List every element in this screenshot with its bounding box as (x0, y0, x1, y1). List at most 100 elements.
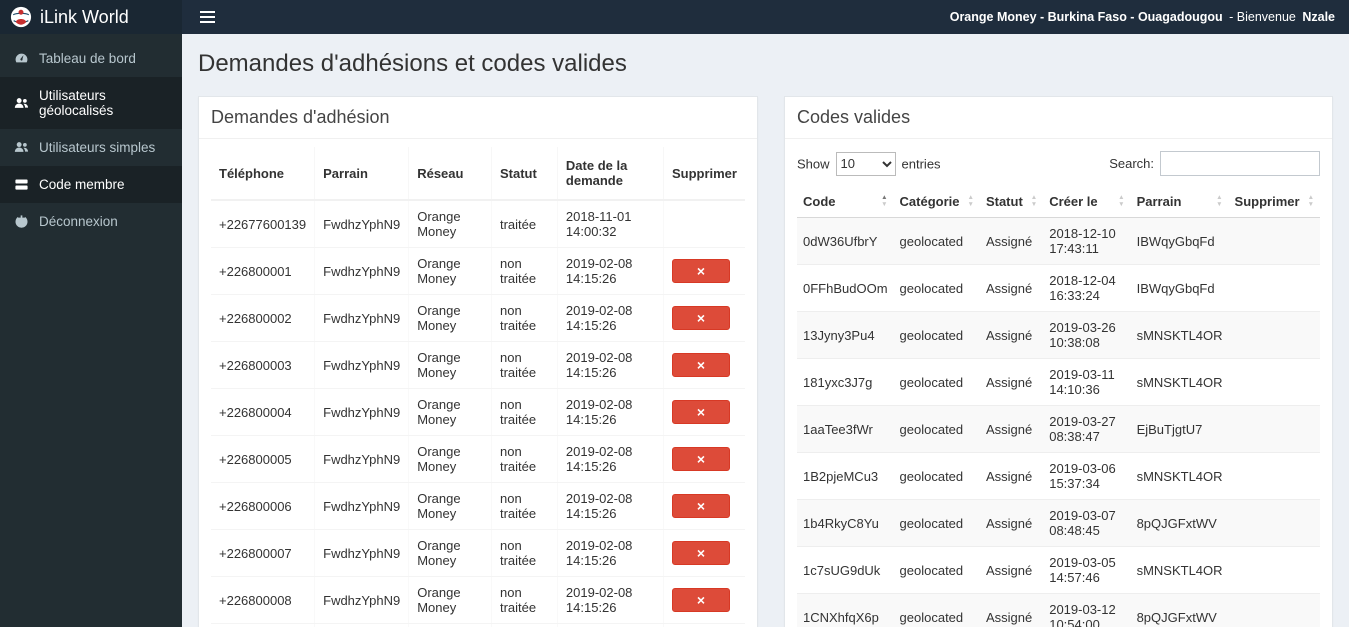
code-value: 1B2pjeMCu3 (797, 452, 894, 500)
codes-column-header[interactable]: Parrain ▲ ▼ (1130, 186, 1229, 218)
adhesion-telephone: +226800007 (211, 529, 316, 577)
adhesion-statut: non traitée (491, 247, 558, 295)
adhesion-row: +226800008 FwdhzYphN9 Orange Money non t… (211, 576, 745, 624)
show-label: Show (797, 156, 830, 171)
sort-icon: ▲ ▼ (1216, 194, 1223, 208)
power-icon (15, 215, 28, 228)
codes-panel: Codes valides Show 10 entries Search: Co… (784, 96, 1333, 627)
code-parrain: IBWqyGbqFd (1130, 264, 1229, 312)
delete-button[interactable]: × (671, 541, 730, 565)
codes-column-header[interactable]: Catégorie ▲ ▼ (893, 186, 980, 218)
adhesion-supprimer-cell: × (663, 341, 745, 389)
adhesion-statut: non traitée (491, 576, 558, 624)
adhesion-reseau: Orange Money (408, 529, 492, 577)
search-label: Search: (1109, 156, 1154, 171)
adhesion-date: 2019-02-08 14:15:26 (557, 341, 664, 389)
adhesion-row: +226800006 FwdhzYphN9 Orange Money non t… (211, 482, 745, 530)
adhesion-statut: non traitée (491, 435, 558, 483)
code-categorie: geolocated (893, 311, 980, 359)
code-statut: Assigné (979, 499, 1044, 547)
delete-button[interactable]: × (671, 259, 730, 283)
adhesions-panel: Demandes d'adhésion Téléphone Parrain Ré… (198, 96, 758, 627)
sidebar-item-utilisateurs-simples[interactable]: Utilisateurs simples (0, 129, 182, 166)
sidebar-item-utilisateurs-geolocalises[interactable]: Utilisateurs géolocalisés (0, 77, 182, 129)
adhesions-column-header: Supprimer (663, 147, 745, 201)
adhesion-parrain: FwdhzYphN9 (314, 529, 410, 577)
adhesions-column-header: Parrain (314, 147, 410, 201)
code-parrain: 8pQJGFxtWV (1130, 499, 1229, 547)
adhesion-telephone: +226800001 (211, 247, 316, 295)
adhesion-row: +226800004 FwdhzYphN9 Orange Money non t… (211, 388, 745, 436)
code-categorie: geolocated (893, 264, 980, 312)
adhesion-row: +226800009 FwdhzYphN9 Orange Money non t… (211, 623, 745, 627)
code-categorie: geolocated (893, 405, 980, 453)
search-input[interactable] (1160, 151, 1320, 176)
brand-logo[interactable]: iLink World (0, 0, 182, 34)
adhesion-reseau: Orange Money (408, 341, 492, 389)
delete-button[interactable]: × (671, 306, 730, 330)
dashboard-icon (15, 53, 28, 63)
sidebar-item-code-membre[interactable]: Code membre (0, 166, 182, 203)
x-icon: × (696, 498, 706, 514)
sidebar-item-label: Utilisateurs géolocalisés (39, 88, 114, 118)
sort-icon: ▲ ▼ (967, 194, 974, 208)
adhesion-date: 2019-02-08 14:15:26 (557, 294, 664, 342)
adhesions-column-header: Réseau (408, 147, 492, 201)
x-icon: × (696, 404, 706, 420)
adhesion-parrain: FwdhzYphN9 (314, 576, 410, 624)
code-creer-le: 2019-03-11 14:10:36 (1043, 358, 1131, 406)
delete-button[interactable]: × (671, 494, 730, 518)
adhesion-reseau: Orange Money (408, 623, 492, 627)
adhesion-reseau: Orange Money (408, 247, 492, 295)
delete-button[interactable]: × (671, 588, 730, 612)
code-parrain: sMNSKTL4OR (1130, 452, 1229, 500)
topbar-greeting: - Bienvenue (1229, 10, 1296, 24)
delete-button[interactable]: × (671, 400, 730, 424)
codes-column-header[interactable]: Statut ▲ ▼ (979, 186, 1044, 218)
sidebar-item-deconnexion[interactable]: Déconnexion (0, 203, 182, 240)
code-statut: Assigné (979, 405, 1044, 453)
codes-panel-title: Codes valides (785, 97, 1332, 139)
adhesion-statut: non traitée (491, 341, 558, 389)
code-creer-le: 2019-03-07 08:48:45 (1043, 499, 1131, 547)
code-supprimer-cell (1228, 358, 1320, 406)
adhesion-supprimer-cell: × (663, 482, 745, 530)
code-row: 1b4RkyC8Yu geolocated Assigné 2019-03-07… (797, 499, 1320, 547)
delete-button[interactable]: × (671, 447, 730, 471)
sort-icon: ▲ ▼ (1307, 194, 1314, 208)
sort-icon: ▲ ▼ (1030, 194, 1038, 208)
code-categorie: geolocated (893, 358, 980, 406)
x-icon: × (696, 545, 706, 561)
codes-column-header[interactable]: Supprimer ▲ ▼ (1228, 186, 1320, 218)
code-categorie: geolocated (893, 546, 980, 594)
users-icon (14, 142, 29, 152)
code-creer-le: 2019-03-26 10:38:08 (1043, 311, 1131, 359)
code-creer-le: 2019-03-05 14:57:46 (1043, 546, 1131, 594)
code-creer-le: 2019-03-06 15:37:34 (1043, 452, 1131, 500)
adhesions-column-header: Téléphone (211, 147, 316, 201)
page-size-select[interactable]: 10 (835, 151, 896, 176)
code-statut: Assigné (979, 311, 1044, 359)
codes-column-header[interactable]: Créer le ▲ ▼ (1043, 186, 1131, 218)
topbar-username: Nzale (1302, 10, 1335, 24)
x-icon: × (696, 263, 706, 279)
adhesion-reseau: Orange Money (408, 388, 492, 436)
code-parrain: 8pQJGFxtWV (1130, 593, 1229, 627)
code-supprimer-cell (1228, 452, 1320, 500)
code-categorie: geolocated (893, 499, 980, 547)
x-icon: × (696, 592, 706, 608)
sort-icon: ▲ ▼ (881, 194, 888, 208)
delete-button[interactable]: × (671, 353, 730, 377)
codes-column-header[interactable]: Code ▲ ▼ (797, 186, 894, 218)
topbar-user-info[interactable]: Orange Money - Burkina Faso - Ouagadougo… (950, 10, 1335, 24)
adhesion-date: 2019-02-08 14:15:26 (557, 435, 664, 483)
adhesion-reseau: Orange Money (408, 435, 492, 483)
x-icon: × (696, 357, 706, 373)
sidebar-item-tableau-de-bord[interactable]: Tableau de bord (0, 40, 182, 77)
adhesion-supprimer-cell: × (663, 529, 745, 577)
globe-logo-icon (10, 6, 32, 28)
adhesion-reseau: Orange Money (408, 294, 492, 342)
adhesion-parrain: FwdhzYphN9 (314, 294, 410, 342)
code-supprimer-cell (1228, 405, 1320, 453)
sidebar-toggle-icon[interactable] (188, 0, 226, 34)
